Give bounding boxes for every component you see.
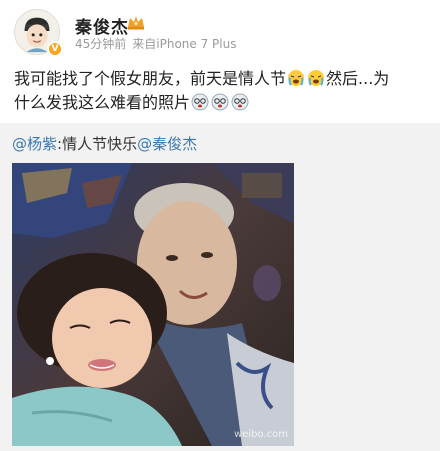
post-source: 来自iPhone 7 Plus	[132, 37, 237, 51]
crown-icon[interactable]	[127, 14, 145, 30]
post-meta: 45分钟前 来自iPhone 7 Plus	[75, 35, 236, 52]
weibo-post: V 秦俊杰 45分钟前 来自iPhone 7 Plus 我可能找了个假女朋友，前天…	[0, 0, 440, 451]
repost-message: :情人节快乐	[57, 135, 138, 153]
mention-link[interactable]: @秦俊杰	[137, 135, 197, 153]
repost-text: @杨紫:情人节快乐@秦俊杰	[12, 133, 197, 154]
post-text-line2: 什么发我这么难看的照片	[14, 93, 191, 112]
dizzy-face-emoji-icon	[191, 93, 209, 111]
repost-block[interactable]: @杨紫:情人节快乐@秦俊杰 weibo.com	[0, 123, 440, 451]
photo-watermark: weibo.com	[234, 429, 288, 440]
post-time: 45分钟前	[75, 37, 127, 51]
post-text: 我可能找了个假女朋友，前天是情人节 然后...为 什么发我这么难看的照片	[14, 67, 432, 115]
dizzy-face-emoji-icon	[211, 93, 229, 111]
post-text-line1-after: 然后...为	[326, 69, 390, 88]
dizzy-face-emoji-icon	[231, 93, 249, 111]
selfie-photo-image	[12, 163, 294, 446]
avatar[interactable]: V	[14, 9, 63, 57]
post-text-line1: 我可能找了个假女朋友，前天是情人节	[14, 69, 287, 88]
crying-face-emoji-icon	[308, 70, 325, 86]
verified-badge-icon: V	[47, 41, 63, 57]
mention-link[interactable]: @杨紫	[12, 135, 57, 153]
post-photo[interactable]: weibo.com	[12, 163, 294, 446]
crying-face-emoji-icon	[288, 70, 305, 86]
